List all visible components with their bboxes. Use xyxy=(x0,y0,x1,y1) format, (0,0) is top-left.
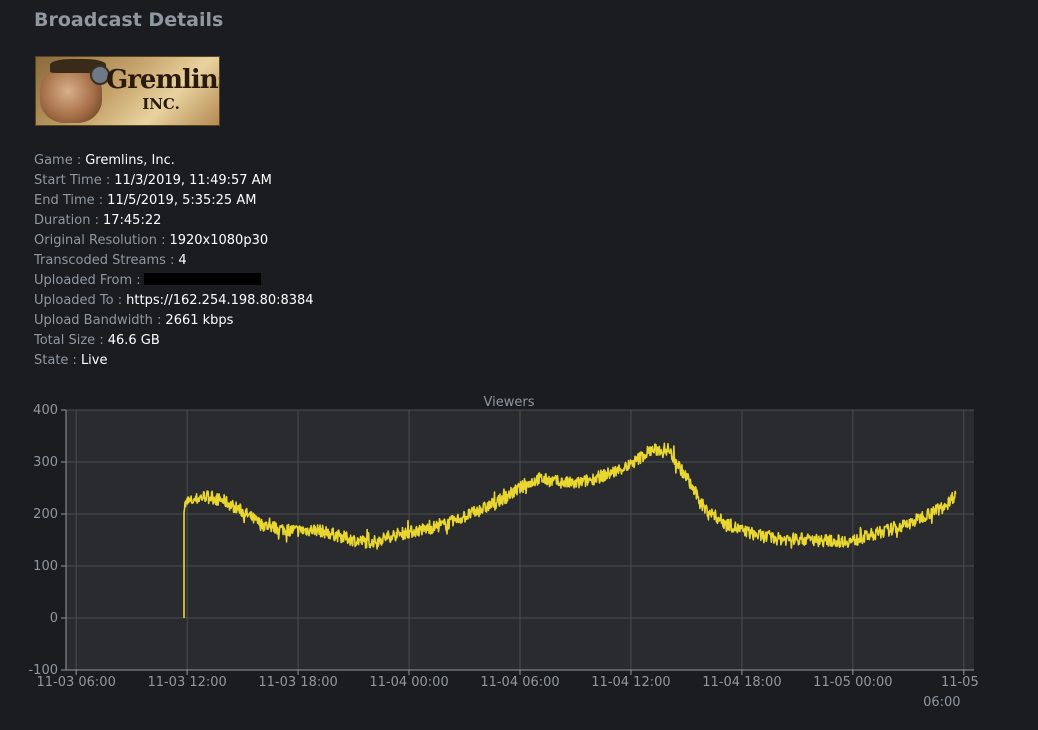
logo-line1: Gremlins xyxy=(106,65,220,95)
detail-row-end-time: End Time :11/5/2019, 5:35:25 AM xyxy=(34,193,257,208)
chart-title: Viewers xyxy=(484,395,535,410)
detail-key: Original Resolution xyxy=(34,233,157,248)
x-tick-label: 11-03 12:00 xyxy=(147,675,226,690)
game-logo: Gremlins INC. xyxy=(35,56,220,126)
detail-key: End Time xyxy=(34,193,95,208)
page-title: Broadcast Details xyxy=(34,9,224,31)
detail-key: Uploaded To xyxy=(34,293,114,308)
detail-value: Gremlins, Inc. xyxy=(85,153,175,168)
x-tick-label: 11-04 06:00 xyxy=(480,675,559,690)
detail-row-start-time: Start Time :11/3/2019, 11:49:57 AM xyxy=(34,173,272,188)
y-tick-label: 200 xyxy=(33,507,58,522)
logo-line2: INC. xyxy=(142,95,180,113)
detail-row-upload-bandwidth: Upload Bandwidth :2661 kbps xyxy=(34,313,234,328)
x-tick-label: 11-04 12:00 xyxy=(591,675,670,690)
y-tick-label: 400 xyxy=(33,403,58,418)
detail-value: 11/5/2019, 5:35:25 AM xyxy=(107,193,257,208)
detail-row-duration: Duration :17:45:22 xyxy=(34,213,162,228)
logo-brand-text: Gremlins INC. xyxy=(106,65,220,113)
x-tick-label: 11-03 06:00 xyxy=(36,675,115,690)
detail-key: Total Size xyxy=(34,333,96,348)
detail-value: 17:45:22 xyxy=(102,213,162,228)
detail-value: 2661 kbps xyxy=(165,313,234,328)
detail-key: Game xyxy=(34,153,73,168)
detail-key: Upload Bandwidth xyxy=(34,313,153,328)
x-tick-label: 11-05 00:00 xyxy=(813,675,892,690)
y-tick-label: 0 xyxy=(50,611,58,626)
x-tick-label: 11-05 xyxy=(941,675,979,690)
detail-value: 46.6 GB xyxy=(107,333,160,348)
y-tick-label: 300 xyxy=(33,455,58,470)
viewers-chart: Viewers -100010020030040011-03 06:00 11-0… xyxy=(28,395,979,710)
detail-key: Uploaded From xyxy=(34,273,133,288)
detail-row-transcoded-streams: Transcoded Streams :4 xyxy=(34,253,187,268)
x-tick-label: 11-04 00:00 xyxy=(369,675,448,690)
detail-row-total-size: Total Size :46.6 GB xyxy=(34,333,160,348)
detail-row-game: Game : Gremlins, Inc. xyxy=(34,153,175,168)
detail-value: Live xyxy=(80,353,108,368)
detail-key: Transcoded Streams xyxy=(34,253,166,268)
detail-row-state: State : Live xyxy=(34,353,108,368)
y-tick-label: 100 xyxy=(33,559,58,574)
broadcast-details-list: Game : Gremlins, Inc. Start Time :11/3/20… xyxy=(34,151,314,371)
x-tick-label: 11-03 18:00 xyxy=(258,675,337,690)
x-tick-label: 11-04 18:00 xyxy=(702,675,781,690)
redacted-value xyxy=(143,273,261,285)
detail-row-uploaded-to: Uploaded To : https://162.254.198.80:8384 xyxy=(34,293,314,308)
detail-row-resolution: Original Resolution :1920x1080p30 xyxy=(34,233,269,248)
detail-key: State xyxy=(34,353,69,368)
detail-value: https://162.254.198.80:8384 xyxy=(126,293,314,308)
detail-key: Duration xyxy=(34,213,91,228)
detail-value: 4 xyxy=(178,253,187,268)
detail-key: Start Time xyxy=(34,173,102,188)
x-tick-label: 06:00 xyxy=(923,695,960,710)
detail-row-uploaded-from: Uploaded From : xyxy=(34,271,314,291)
detail-value: 11/3/2019, 11:49:57 AM xyxy=(114,173,272,188)
detail-value: 1920x1080p30 xyxy=(169,233,269,248)
